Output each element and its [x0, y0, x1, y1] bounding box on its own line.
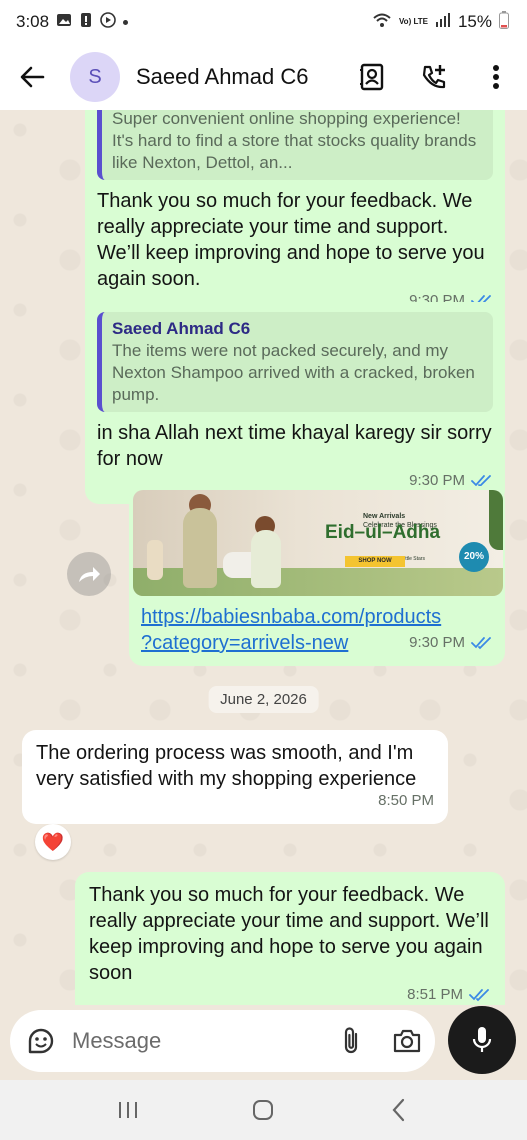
quoted-message[interactable]: Super convenient online shopping experie… [97, 110, 493, 180]
link-row: ?category=arrivels-new 9:30 PM [141, 630, 493, 656]
contact-card-icon [360, 63, 384, 91]
date-divider: June 2, 2026 [208, 686, 319, 713]
banner-child [251, 530, 281, 588]
wifi-icon [372, 12, 392, 33]
sticker-icon [28, 1028, 54, 1054]
status-bar-right: Vo) LTE 15% [372, 10, 509, 34]
home-icon [253, 1100, 274, 1120]
contact-name[interactable]: Saeed Ahmad C6 [136, 64, 341, 90]
message-outgoing[interactable]: Thank you so much for your feedback. We … [75, 872, 505, 1005]
home-button[interactable] [233, 1080, 293, 1140]
link-block: https://babiesnbaba.com/products ?catego… [133, 596, 501, 656]
mic-icon [472, 1027, 492, 1052]
quoted-message[interactable]: Saeed Ahmad C6 The items were not packed… [97, 312, 493, 412]
banner-cta: SHOP NOW [345, 556, 405, 567]
recent-apps-icon [118, 1102, 137, 1118]
recent-apps-button[interactable] [98, 1080, 158, 1140]
emoji-sticker-button[interactable] [10, 1010, 72, 1072]
message-text: Thank you so much for your feedback. We … [89, 884, 489, 984]
message-incoming[interactable]: The ordering process was smooth, and I'm… [22, 730, 448, 824]
security-notification-icon [79, 12, 93, 33]
link-text-line1[interactable]: https://babiesnbaba.com/products [141, 604, 493, 630]
message-text: Thank you so much for your feedback. We … [97, 190, 485, 290]
more-options-button[interactable] [465, 44, 527, 110]
message-input[interactable]: Message [72, 1028, 323, 1054]
notification-dot [123, 19, 129, 25]
status-bar-left: 3:08 [16, 11, 129, 33]
paperclip-icon [344, 1027, 358, 1054]
battery-percent: 15% [457, 12, 492, 31]
chat-area[interactable]: Super convenient online shopping experie… [0, 110, 527, 1005]
message-time: 8:51 PM [407, 986, 463, 1003]
quoted-message-text: Super convenient online shopping experie… [112, 110, 477, 172]
message-meta: 9:30 PM [409, 630, 493, 656]
link-preview-image[interactable]: New Arrivals Celebrate the Blessings Eid… [133, 490, 503, 596]
banner-palm [489, 490, 503, 550]
add-call-button[interactable] [403, 44, 465, 110]
message-meta: 8:51 PM [89, 982, 491, 1005]
attach-button[interactable] [323, 1010, 379, 1072]
camera-button[interactable] [379, 1010, 435, 1072]
voice-message-button[interactable] [448, 1006, 516, 1074]
link-text-line2[interactable]: ?category=arrivels-new [141, 630, 348, 656]
battery-icon [499, 10, 509, 34]
message-outgoing[interactable]: New Arrivals Celebrate the Blessings Eid… [129, 486, 505, 666]
play-notification-icon [100, 11, 116, 33]
more-vert-icon [493, 65, 499, 89]
message-outgoing[interactable]: Super convenient online shopping experie… [85, 110, 505, 324]
quoted-message-text: The items were not packed securely, and … [112, 341, 475, 404]
call-add-icon [422, 65, 446, 89]
camera-icon [393, 1029, 421, 1053]
status-bar: 3:08 Vo) LTE 15% [0, 0, 527, 44]
signal-icon [435, 12, 451, 32]
chevron-left-icon [392, 1098, 405, 1122]
chat-header: S Saeed Ahmad C6 [0, 44, 527, 110]
status-time: 3:08 [16, 12, 50, 31]
gallery-notification-icon [56, 12, 72, 33]
network-type-label: Vo) LTE [398, 17, 428, 26]
arrow-left-icon [20, 66, 45, 88]
system-nav-bar [0, 1080, 527, 1140]
read-receipt-icon [471, 637, 491, 650]
message-text: The ordering process was smooth, and I'm… [36, 742, 417, 790]
forward-button[interactable] [67, 552, 111, 596]
read-receipt-icon [469, 989, 489, 1002]
heart-reaction-icon: ❤️ [41, 831, 65, 852]
message-time: 9:30 PM [409, 634, 465, 651]
contact-card-button[interactable] [341, 44, 403, 110]
banner-child [183, 508, 217, 588]
message-text: in sha Allah next time khayal karegy sir… [97, 422, 492, 470]
banner-headline: Eid–ul–Adha [325, 522, 441, 543]
message-time: 8:50 PM [378, 792, 434, 809]
banner-discount-badge: 20% [459, 542, 489, 572]
avatar[interactable]: S [70, 52, 120, 102]
back-nav-button[interactable] [369, 1080, 429, 1140]
banner-lantern [147, 540, 163, 580]
forward-icon [79, 567, 100, 582]
message-composer[interactable]: Message [10, 1010, 435, 1072]
quoted-message-author: Saeed Ahmad C6 [112, 319, 251, 338]
message-outgoing[interactable]: Saeed Ahmad C6 The items were not packed… [85, 302, 505, 504]
back-button[interactable] [0, 44, 64, 110]
message-reaction[interactable]: ❤️ [35, 824, 71, 860]
